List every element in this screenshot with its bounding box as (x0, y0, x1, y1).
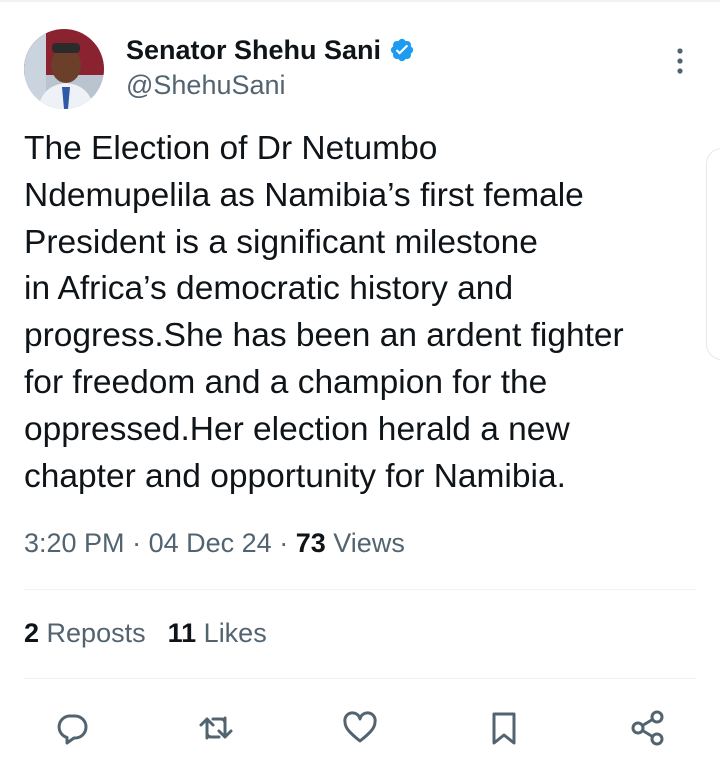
heart-icon[interactable] (340, 708, 380, 748)
bookmark-icon[interactable] (484, 708, 524, 748)
divider (24, 589, 696, 590)
likes-stat[interactable]: 11 Likes (168, 618, 267, 648)
tweet-time[interactable]: 3:20 PM (24, 528, 125, 558)
repost-icon[interactable] (196, 708, 236, 748)
top-divider (0, 0, 720, 2)
tweet-text: The Election of Dr Netumbo Ndemupelila a… (24, 130, 624, 495)
likes-count: 11 (167, 618, 197, 648)
author-row: Senator Shehu Sani (126, 32, 415, 68)
meta-separator: · (132, 528, 142, 558)
views-label: Views (333, 528, 405, 558)
more-vertical-icon[interactable] (668, 45, 692, 79)
author-handle[interactable]: @ShehuSani (126, 70, 286, 101)
likes-label: Likes (203, 618, 267, 648)
avatar[interactable] (24, 29, 104, 109)
side-panel-handle[interactable] (706, 148, 720, 360)
tweet-date[interactable]: 04 Dec 24 (149, 528, 272, 558)
tweet-meta: 3:20 PM · 04 Dec 24 · 73 Views (24, 528, 405, 559)
engagement-stats: 2 Reposts 11 Likes (24, 618, 267, 649)
avatar-image (24, 29, 104, 109)
author-name[interactable]: Senator Shehu Sani (126, 35, 381, 66)
reposts-stat[interactable]: 2 Reposts (24, 618, 146, 648)
reposts-count: 2 (24, 618, 40, 648)
views-count: 73 (295, 528, 326, 558)
verified-badge-icon (389, 37, 415, 63)
divider (24, 678, 696, 679)
share-icon[interactable] (628, 708, 668, 748)
meta-separator: · (279, 528, 289, 558)
reposts-label: Reposts (46, 618, 146, 648)
reply-icon[interactable] (52, 708, 92, 748)
